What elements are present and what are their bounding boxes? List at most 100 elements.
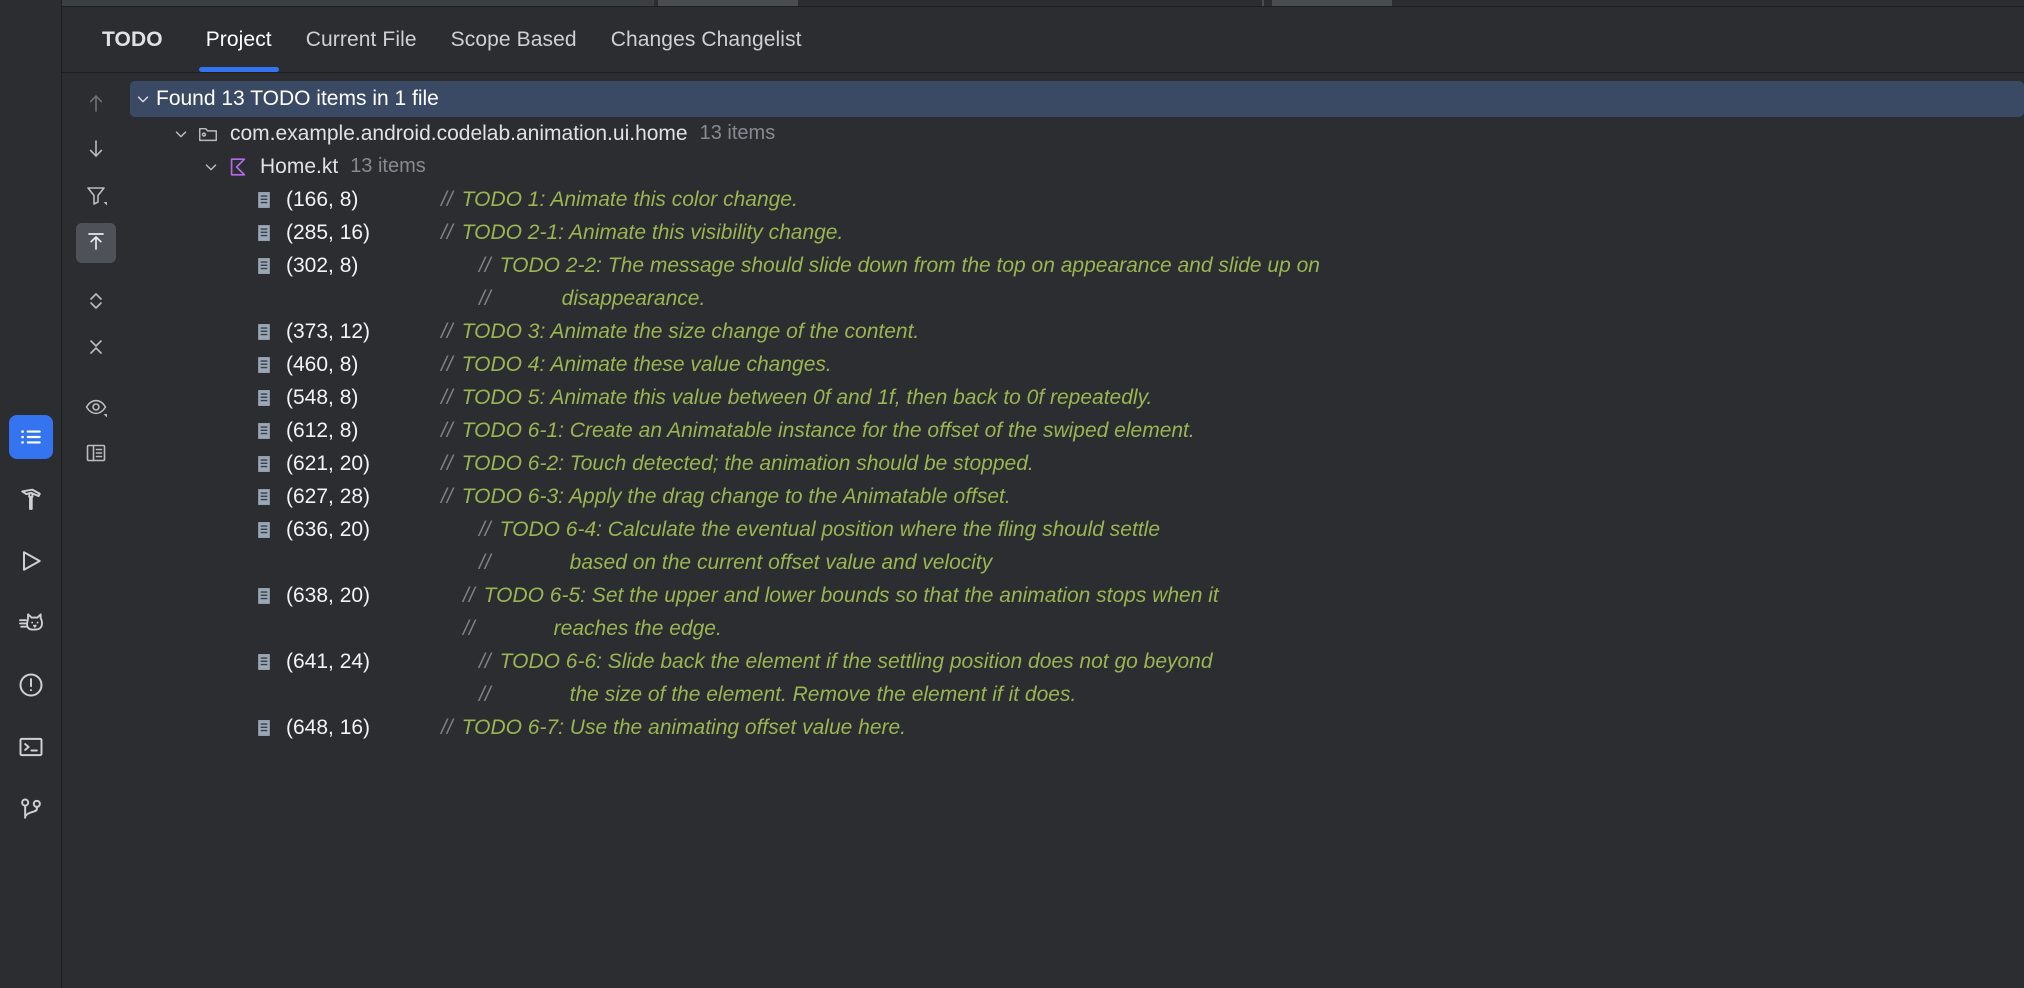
tab-changes-changelist[interactable]: Changes Changelist — [594, 7, 819, 72]
todo-item-icon — [250, 322, 278, 342]
problems-tool-window-button[interactable] — [9, 663, 53, 707]
todo-item-list: (166, 8) // TODO 1: Animate this color cha… — [130, 183, 2024, 744]
todo-item-position: (636, 20) — [286, 517, 371, 541]
todo-item-icon — [250, 256, 278, 276]
todo-item-position: (548, 8) — [286, 385, 359, 409]
todo-item-position: (621, 20) — [286, 451, 371, 475]
todo-item-row[interactable]: (460, 8) // TODO 4: Animate these value ch… — [130, 348, 2024, 381]
todo-item-icon — [250, 388, 278, 408]
chevron-down-icon[interactable] — [130, 90, 156, 108]
todo-item-continuation-row[interactable]: // the size of the element. Remove the el… — [130, 678, 2024, 711]
todo-item-continuation-text: reaches the edge. — [553, 616, 722, 640]
next-occurrence-button[interactable] — [76, 131, 116, 171]
arrow-down-icon — [84, 137, 108, 166]
arrow-up-icon — [84, 91, 108, 120]
comment-marker: // — [479, 550, 491, 574]
todo-item-position: (648, 16) — [286, 715, 371, 739]
filter-button[interactable] — [76, 177, 116, 217]
todo-file-row[interactable]: Home.kt 13 items — [130, 150, 2024, 183]
todo-item-continuation-text: based on the current offset value and ve… — [569, 550, 993, 574]
todo-item-icon — [250, 223, 278, 243]
todo-item-row[interactable]: (648, 16) // TODO 6-7: Use the animating o… — [130, 711, 2024, 744]
todo-item-continuation-row[interactable]: // disappearance. — [130, 282, 2024, 315]
todo-item-row[interactable]: (636, 20) // TODO 6-4: Calculate the event… — [130, 513, 2024, 546]
chevron-down-icon[interactable] — [198, 158, 224, 176]
todo-tool-window-button[interactable] — [8, 415, 53, 459]
editor-strip-chunk-d — [1272, 0, 1392, 6]
git-branch-icon — [17, 795, 45, 823]
run-tool-window-button[interactable] — [9, 539, 53, 583]
todo-item-row[interactable]: (548, 8) // TODO 5: Animate this value bet… — [130, 381, 2024, 414]
kotlin-file-icon — [224, 156, 252, 178]
exclamation-circle-icon — [17, 671, 45, 699]
preview-source-button[interactable] — [76, 389, 116, 429]
todo-item-position: (627, 28) — [286, 484, 371, 508]
todo-item-icon — [250, 652, 278, 672]
todo-item-position: (373, 12) — [286, 319, 371, 343]
todo-item-row[interactable]: (166, 8) // TODO 1: Animate this color cha… — [130, 183, 2024, 216]
todo-item-row[interactable]: (285, 16) // TODO 2-1: Animate this visibi… — [130, 216, 2024, 249]
todo-item-row[interactable]: (302, 8) // TODO 2-2: The message should s… — [130, 249, 2024, 282]
todo-item-row[interactable]: (612, 8) // TODO 6-1: Create an Animatable… — [130, 414, 2024, 447]
eye-icon — [84, 395, 108, 424]
todo-package-label: com.example.android.codelab.animation.ui… — [230, 121, 688, 145]
chevron-down-icon[interactable] — [168, 125, 194, 143]
todo-item-text: TODO 6-3: Apply the drag change to the A… — [461, 484, 1011, 508]
comment-marker: // — [441, 451, 453, 475]
play-icon — [17, 547, 45, 575]
group-by-button[interactable] — [76, 435, 116, 475]
todo-package-row[interactable]: com.example.android.codelab.animation.ui… — [130, 117, 2024, 150]
logcat-tool-window-button[interactable] — [9, 601, 53, 645]
tab-current-file[interactable]: Current File — [289, 7, 434, 72]
comment-marker: // — [479, 517, 491, 541]
todo-item-icon — [250, 520, 278, 540]
group-by-icon — [84, 441, 108, 470]
todo-package-count: 13 items — [699, 122, 776, 144]
todo-item-position: (166, 8) — [286, 187, 359, 211]
todo-panel-body: Found 13 TODO items in 1 file com.exampl… — [62, 73, 2024, 988]
todo-item-continuation-row[interactable]: // reaches the edge. — [130, 612, 2024, 645]
editor-strip-chunk-a — [62, 0, 654, 6]
todo-item-text: TODO 6-1: Create an Animatable instance … — [461, 418, 1195, 442]
todo-tree[interactable]: Found 13 TODO items in 1 file com.exampl… — [130, 73, 2024, 988]
todo-item-text: TODO 5: Animate this value between 0f an… — [461, 385, 1153, 409]
cat-icon — [17, 609, 45, 637]
todo-item-text: TODO 2-2: The message should slide down … — [499, 253, 1320, 277]
autoscroll-to-source-button[interactable] — [76, 223, 116, 263]
todo-item-row[interactable]: (638, 20) // TODO 6-5: Set the upper and l… — [130, 579, 2024, 612]
todo-item-row[interactable]: (627, 28) // TODO 6-3: Apply the drag chan… — [130, 480, 2024, 513]
todo-item-icon — [250, 355, 278, 375]
todo-item-text: TODO 1: Animate this color change. — [461, 187, 798, 211]
todo-item-text: TODO 6-6: Slide back the element if the … — [499, 649, 1213, 673]
comment-marker: // — [441, 220, 453, 244]
comment-marker: // — [441, 385, 453, 409]
terminal-tool-window-button[interactable] — [9, 725, 53, 769]
hammer-icon — [17, 485, 45, 513]
todo-item-text: TODO 4: Animate these value changes. — [461, 352, 832, 376]
build-tool-window-button[interactable] — [9, 477, 53, 521]
previous-occurrence-button[interactable] — [76, 85, 116, 125]
todo-item-row[interactable]: (621, 20) // TODO 6-2: Touch detected; the… — [130, 447, 2024, 480]
tab-project[interactable]: Project — [189, 7, 289, 72]
todo-item-position: (460, 8) — [286, 352, 359, 376]
todo-item-row[interactable]: (641, 24) // TODO 6-6: Slide back the elem… — [130, 645, 2024, 678]
todo-tool-window: TODO Project Current File Scope Based Ch… — [0, 0, 2024, 988]
todo-item-position: (302, 8) — [286, 253, 359, 277]
todo-item-row[interactable]: (373, 12) // TODO 3: Animate the size chan… — [130, 315, 2024, 348]
collapse-all-button[interactable] — [76, 329, 116, 369]
todo-item-text: TODO 6-2: Touch detected; the animation … — [461, 451, 1034, 475]
todo-tab-bar: TODO Project Current File Scope Based Ch… — [62, 7, 2024, 73]
todo-summary-row[interactable]: Found 13 TODO items in 1 file — [130, 81, 2024, 117]
panel-title: TODO — [102, 27, 163, 51]
version-control-tool-window-button[interactable] — [9, 787, 53, 831]
expand-all-button[interactable] — [76, 283, 116, 323]
todo-item-continuation-row[interactable]: // based on the current offset value and … — [130, 546, 2024, 579]
todo-item-icon — [250, 454, 278, 474]
comment-marker: // — [479, 253, 491, 277]
expand-all-icon — [84, 289, 108, 318]
todo-item-icon — [250, 586, 278, 606]
todo-summary-label: Found 13 TODO items in 1 file — [156, 87, 439, 110]
todo-item-text: TODO 6-5: Set the upper and lower bounds… — [483, 583, 1219, 607]
todo-toolbar — [62, 73, 130, 988]
tab-scope-based[interactable]: Scope Based — [434, 7, 594, 72]
